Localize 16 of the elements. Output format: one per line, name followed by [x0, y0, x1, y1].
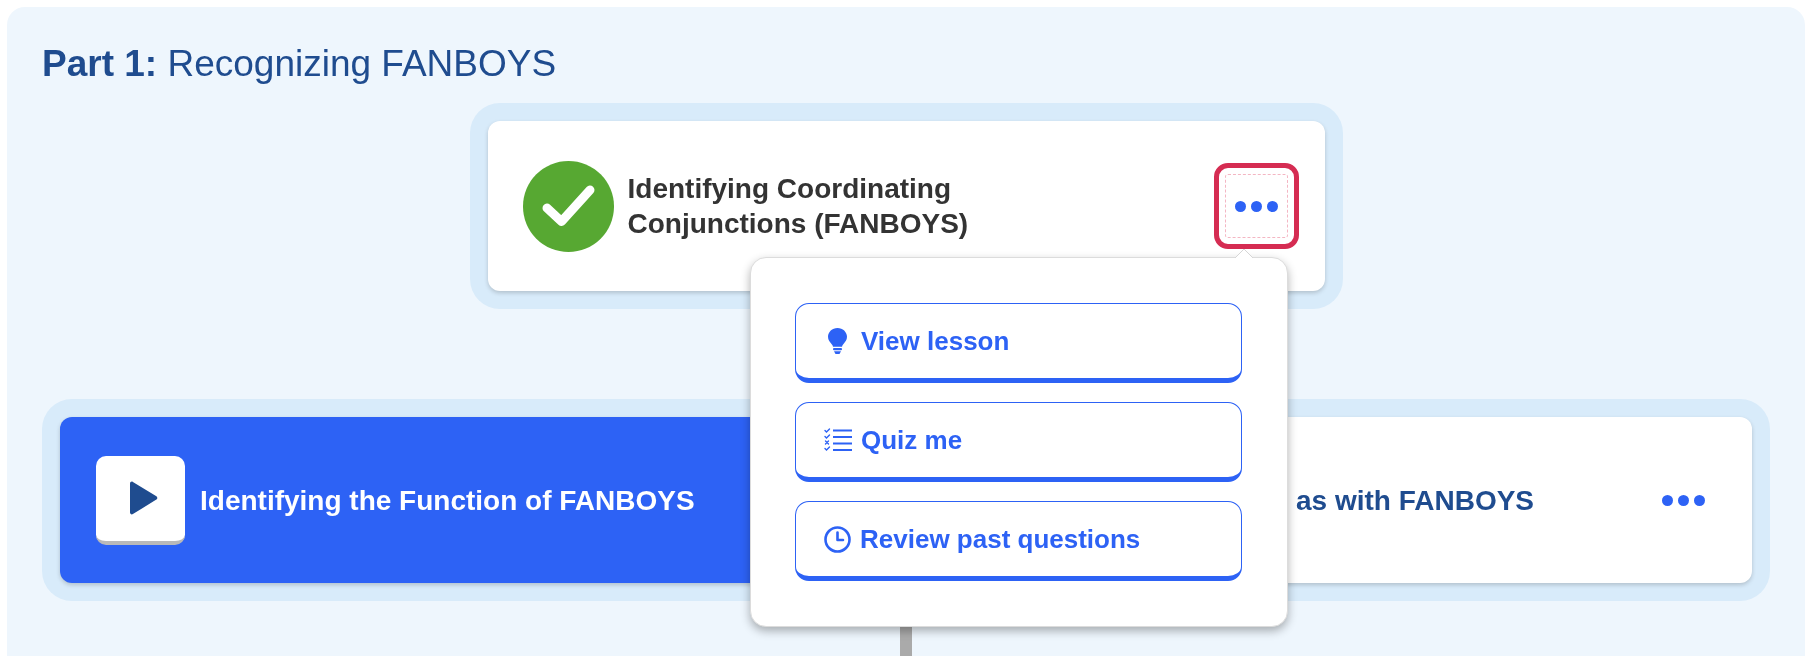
menu-item[interactable]: Review past questions: [795, 501, 1242, 581]
section-heading: Part 1: Recognizing FANBOYS: [42, 42, 558, 86]
more-icon: [1234, 200, 1278, 212]
lesson-title: Identifying the Function of FANBOYS: [200, 483, 695, 518]
play-icon[interactable]: [96, 455, 185, 545]
more-icon: [1662, 494, 1705, 506]
more-button[interactable]: [1213, 163, 1299, 249]
lesson-title: as with FANBOYS: [1296, 483, 1535, 518]
lightbulb-icon: [828, 328, 847, 354]
menu-item[interactable]: View lesson: [795, 303, 1242, 383]
more-button[interactable]: [1662, 494, 1705, 506]
menu-item[interactable]: Quiz me: [795, 402, 1242, 482]
checklist-icon: [824, 428, 852, 452]
check-icon: [522, 160, 614, 252]
lesson-title: Identifying Coordinating Conjunctions (FANBOYS): [627, 172, 970, 241]
clock-icon: [824, 525, 851, 553]
